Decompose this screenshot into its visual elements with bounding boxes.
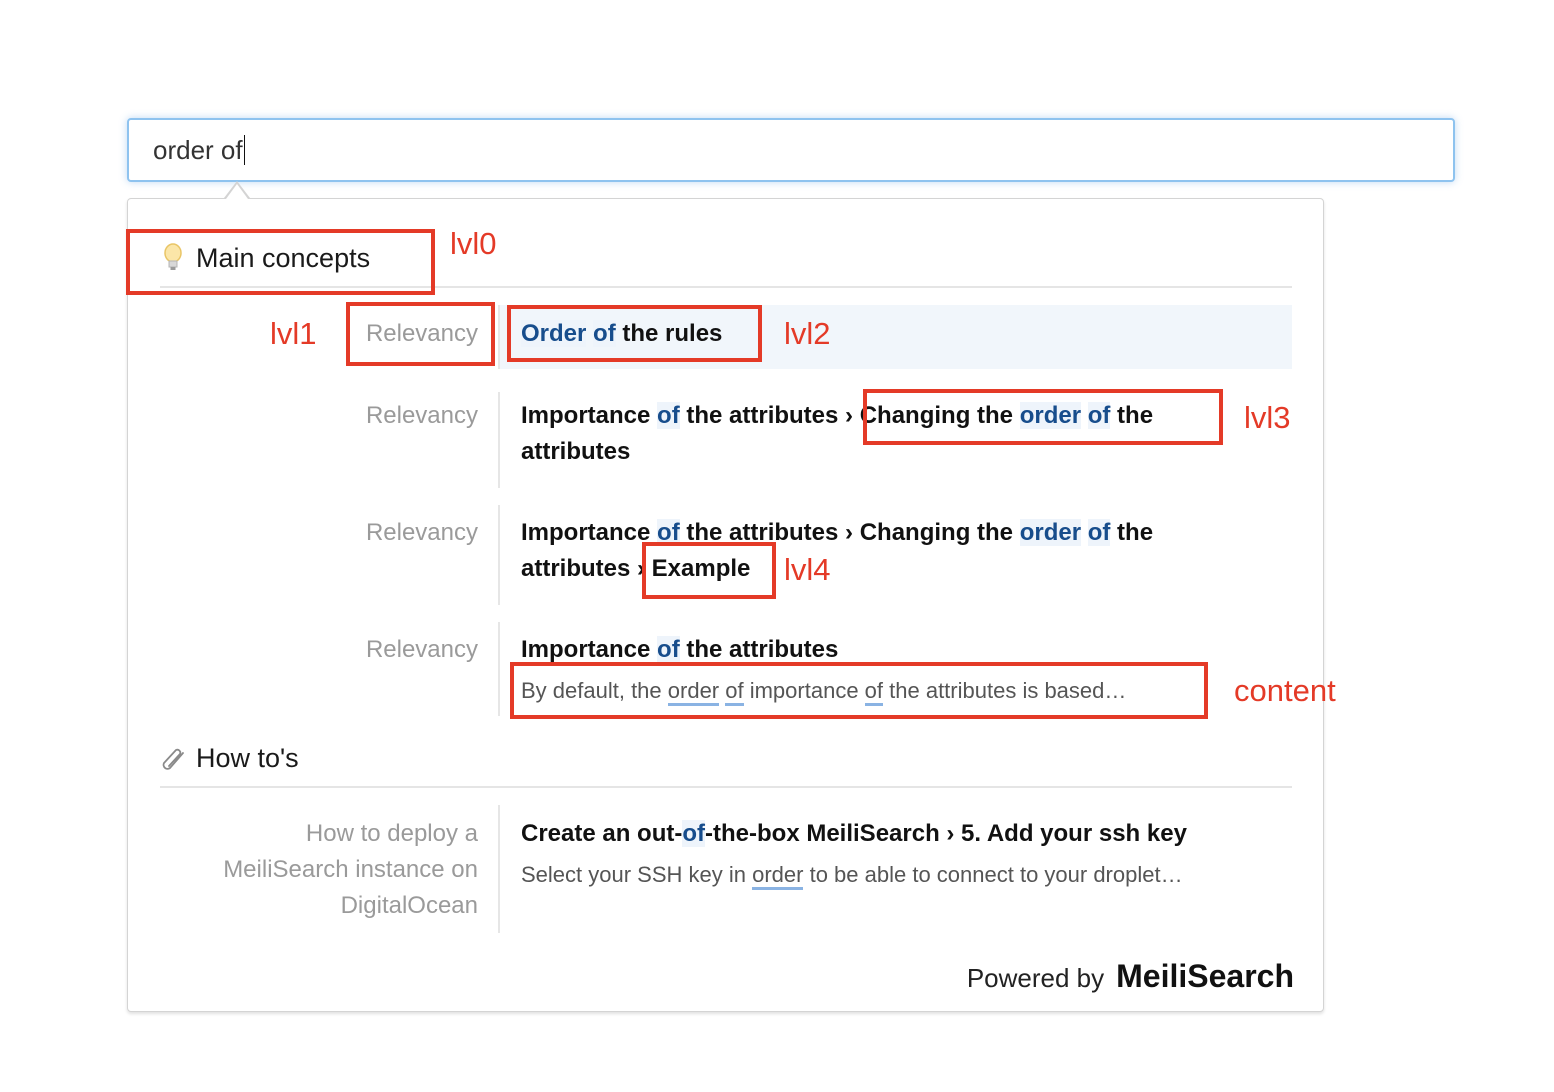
annotation-box-lvl1 bbox=[346, 302, 495, 366]
hit-separator bbox=[498, 622, 500, 716]
hit-lvl1: How to deploy a MeiliSearch instance on … bbox=[223, 820, 478, 919]
search-input-value: order of bbox=[153, 135, 243, 165]
annotation-label-lvl1: lvl1 bbox=[270, 316, 317, 351]
powered-by-footer[interactable]: Powered by MeiliSearch bbox=[967, 958, 1294, 995]
category-header-how-tos: How to's bbox=[160, 742, 299, 774]
category-label: How to's bbox=[196, 742, 299, 773]
category-divider bbox=[160, 786, 1292, 788]
text-caret bbox=[243, 135, 245, 165]
search-hit-example[interactable]: Importance of the attributes › Changing … bbox=[521, 515, 1153, 587]
annotation-label-lvl2: lvl2 bbox=[784, 316, 831, 351]
annotation-label-lvl3: lvl3 bbox=[1244, 400, 1291, 435]
annotation-label-content: content bbox=[1234, 673, 1336, 708]
search-hit-add-ssh-key[interactable]: Create an out-of-the-box MeiliSearch › 5… bbox=[521, 816, 1187, 852]
hit-separator bbox=[498, 392, 500, 488]
search-input[interactable]: order of bbox=[127, 118, 1455, 182]
hit-separator bbox=[498, 305, 500, 369]
annotation-label-lvl4: lvl4 bbox=[784, 552, 831, 587]
hit-lvl1: Relevancy bbox=[365, 519, 478, 546]
hit-lvl1: Relevancy bbox=[365, 402, 478, 429]
meilisearch-logo: MeiliSearch bbox=[1116, 958, 1294, 994]
hit-lvl1: Relevancy bbox=[365, 636, 478, 663]
annotation-box-lvl2 bbox=[507, 305, 762, 362]
hit-separator bbox=[498, 505, 500, 605]
hit-separator bbox=[498, 805, 500, 933]
annotation-box-lvl4 bbox=[642, 542, 776, 599]
annotation-label-lvl0: lvl0 bbox=[450, 226, 497, 261]
paperclip-icon bbox=[160, 742, 186, 774]
annotation-box-lvl3 bbox=[863, 389, 1223, 445]
annotation-box-content bbox=[510, 662, 1208, 719]
annotation-box-lvl0 bbox=[126, 229, 435, 295]
powered-by-label: Powered by bbox=[966, 963, 1105, 993]
dropdown-arrow-inner bbox=[226, 184, 248, 199]
hit-content-snippet: Select your SSH key in order to be able … bbox=[521, 859, 1183, 891]
